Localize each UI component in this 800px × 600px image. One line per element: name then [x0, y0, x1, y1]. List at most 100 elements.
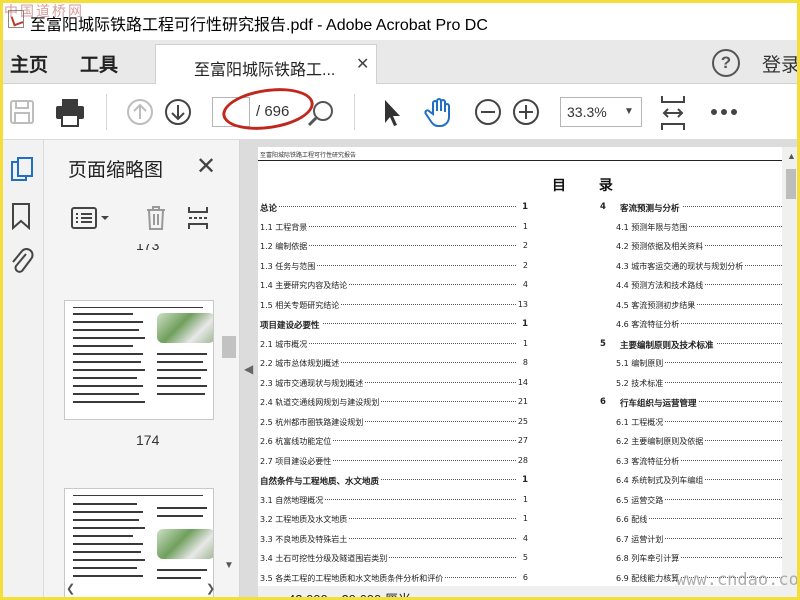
tab-tools[interactable]: 工具 — [80, 50, 118, 77]
toc-entry-page: 14 — [515, 377, 528, 387]
toc-section-row[interactable]: 1.2 编制依据 2 — [260, 236, 528, 256]
close-panel-icon[interactable]: ✕ — [196, 152, 216, 181]
toc-section-row[interactable]: 4.3 城市客运交通的现状与规划分析 — [600, 256, 782, 276]
attachment-icon[interactable] — [8, 246, 34, 276]
document-scroll-thumb[interactable] — [786, 169, 796, 199]
hand-icon[interactable] — [424, 96, 456, 128]
toc-entry-page: 4 — [520, 280, 528, 289]
login-button[interactable]: 登录 — [762, 50, 800, 77]
toc-section-row[interactable]: 6.1 工程概况 — [600, 412, 782, 432]
toc-section-row[interactable]: 5.1 编制原则 — [600, 353, 782, 373]
select-arrow-icon[interactable] — [380, 98, 404, 128]
fit-page-icon[interactable] — [658, 94, 688, 132]
document-scrollbar[interactable]: ▲ — [782, 147, 800, 600]
toc-section-row[interactable]: 6.6 配线 — [600, 509, 782, 529]
toc-entry-title: 3.1 自然地理概况 — [260, 494, 326, 506]
toc-entry-title: 1.4 主要研究内容及结论 — [260, 280, 350, 291]
toc-title: 目 录 — [552, 178, 627, 194]
toc-chapter-row[interactable]: 自然条件与工程地质、水文地质 1 — [260, 470, 528, 490]
panel-scroll-thumb[interactable] — [222, 336, 236, 358]
panel-scrollbar[interactable] — [222, 244, 236, 584]
toc-section-row[interactable]: 2.5 杭州都市圈铁路建设规划 25 — [260, 412, 528, 432]
toc-section-row[interactable]: 3.4 土石可挖性分级及隧道围岩类别 5 — [260, 548, 528, 568]
toc-section-row[interactable]: 3.5 各类工程的工程地质和水文地质条件分析和评价 6 — [260, 568, 528, 588]
tab-home[interactable]: 主页 — [10, 50, 48, 77]
zoom-select[interactable]: 33.3% ▼ — [560, 97, 642, 127]
toc-entry-title: 2.2 城市总体规划概述 — [260, 358, 342, 369]
thumbnail-label-partial: 173 — [136, 244, 160, 253]
page-down-icon[interactable] — [164, 98, 192, 126]
thumbnail-options-icon[interactable] — [70, 206, 112, 230]
toc-section-row[interactable]: 3.2 工程地质及水文地质 1 — [260, 509, 528, 529]
toc-entry-page: 28 — [515, 455, 528, 465]
toc-chapter-row[interactable]: 4 客流预测与分析 — [600, 197, 782, 217]
toc-entry-page: 1 — [520, 202, 528, 212]
toc-section-row[interactable]: 2.7 项目建设必要性 28 — [260, 451, 528, 471]
toc-entry-title: 2.1 城市概况 — [260, 338, 310, 350]
thumbnail-label: 174 — [136, 432, 160, 448]
toc-section-row[interactable]: 4.1 预测年限与范围 — [600, 217, 782, 237]
insert-page-icon[interactable] — [186, 204, 210, 232]
toc-entry-title: 5.1 编制原则 — [616, 358, 666, 369]
collapse-panel-icon[interactable]: ◀ — [244, 362, 253, 376]
toc-entry-page: 13 — [515, 299, 528, 309]
toc-section-row[interactable]: 1.1 工程背景 1 — [260, 217, 528, 237]
toc-section-row[interactable]: 6.2 主要编制原则及依据 — [600, 431, 782, 451]
scroll-down-arrow-icon[interactable]: ▼ — [224, 560, 234, 571]
toc-section-row[interactable]: 4.4 预测方法和技术路线 — [600, 275, 782, 295]
help-icon[interactable]: ? — [712, 49, 740, 77]
toc-section-row[interactable]: 2.6 杭富线功能定位 27 — [260, 431, 528, 451]
print-icon[interactable] — [54, 96, 86, 128]
toc-section-row[interactable]: 2.3 城市交通现状与规划概述 14 — [260, 373, 528, 393]
toc-chapter-number: 4 — [600, 202, 606, 212]
toc-section-row[interactable]: 6.5 运营交路 — [600, 490, 782, 510]
close-tab-icon[interactable]: ✕ — [356, 54, 369, 74]
toc-section-row[interactable]: 2.1 城市概况 1 — [260, 334, 528, 354]
toc-section-row[interactable]: 1.5 相关专题研究结论 13 — [260, 295, 528, 315]
scroll-left-arrow-icon[interactable]: ❮ — [66, 582, 75, 595]
toc-entry-page: 1 — [520, 475, 528, 485]
toc-entry-title: 总论 — [260, 202, 280, 214]
running-header: 至富阳城际铁路工程可行性研究报告 — [260, 152, 357, 159]
delete-icon[interactable] — [144, 204, 168, 232]
toc-entry-title: 6.9 配线能力核算 — [616, 572, 682, 584]
toc-section-row[interactable]: 6.8 列车牵引计算 — [600, 548, 782, 568]
scroll-right-arrow-icon[interactable]: ❯ — [206, 582, 215, 595]
toc-section-row[interactable]: 6.7 运营计划 — [600, 529, 782, 549]
toc-chapter-row[interactable]: 6 行车组织与运营管理 — [600, 392, 782, 412]
toc-section-row[interactable]: 6.3 客流特征分析 — [600, 451, 782, 471]
toc-left-column: 总论 1 1.1 工程背景 1 1.2 编制依据 2 1.3 任务与范围 2 1.4 主要研究内… — [260, 197, 528, 587]
toc-entry-title: 6.3 客流特征分析 — [616, 455, 682, 467]
toc-section-row[interactable]: 4.2 预测依据及相关资料 — [600, 236, 782, 256]
toc-section-row[interactable]: 4.6 客流特征分析 — [600, 314, 782, 334]
toc-chapter-row[interactable]: 总论 1 — [260, 197, 528, 217]
thumbnail-page[interactable] — [64, 300, 214, 420]
toc-entry-title: 客流预测与分析 — [620, 202, 682, 214]
toc-entry-title: 6.7 运营计划 — [616, 533, 666, 545]
bookmark-icon[interactable] — [10, 202, 32, 230]
more-icon[interactable] — [710, 108, 738, 116]
save-icon[interactable] — [8, 98, 36, 126]
toc-section-row[interactable]: 1.3 任务与范围 2 — [260, 256, 528, 276]
toc-entry-title: 6.4 系统制式及列车编组 — [616, 475, 706, 486]
toc-entry-title: 3.2 工程地质及水文地质 — [260, 514, 350, 525]
zoom-out-icon[interactable] — [474, 98, 502, 126]
page-thumbnails-icon[interactable] — [10, 156, 34, 184]
toc-section-row[interactable]: 4.5 客流预测初步结果 — [600, 295, 782, 315]
toc-section-row[interactable]: 6.4 系统制式及列车编组 — [600, 470, 782, 490]
toc-section-row[interactable]: 5.2 技术标准 — [600, 373, 782, 393]
toc-section-row[interactable]: 3.1 自然地理概况 1 — [260, 490, 528, 510]
thumbnail-page[interactable] — [64, 488, 214, 600]
toc-section-row[interactable]: 2.4 轨道交通线网规划与建设规划 21 — [260, 392, 528, 412]
toc-entry-title: 3.5 各类工程的工程地质和水文地质条件分析和评价 — [260, 572, 446, 584]
toc-chapter-row[interactable]: 项目建设必要性 1 — [260, 314, 528, 334]
toc-chapter-row[interactable]: 5 主要编制原则及技术标准 — [600, 334, 782, 354]
toc-section-row[interactable]: 2.2 城市总体规划概述 8 — [260, 353, 528, 373]
page-up-icon[interactable] — [126, 98, 154, 126]
zoom-in-icon[interactable] — [512, 98, 540, 126]
toc-section-row[interactable]: 3.3 不良地质及特殊岩土 4 — [260, 529, 528, 549]
tab-document[interactable]: 至富阳城际铁路工... ✕ — [155, 44, 377, 84]
toc-entry-title: 自然条件与工程地质、水文地质 — [260, 475, 382, 487]
toc-section-row[interactable]: 1.4 主要研究内容及结论 4 — [260, 275, 528, 295]
scroll-up-arrow-icon[interactable]: ▲ — [787, 151, 796, 161]
